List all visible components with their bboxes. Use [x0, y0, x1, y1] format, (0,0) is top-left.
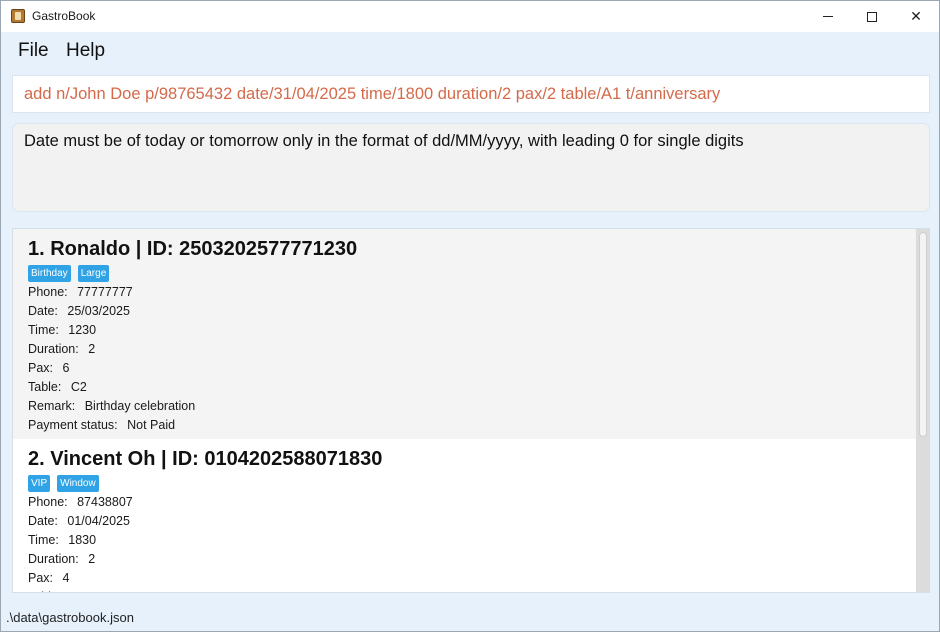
- reservation-field: Remark: Birthday celebration: [28, 397, 901, 416]
- reservation-field: Duration: 2: [28, 550, 901, 569]
- reservation-title: 1. Ronaldo | ID: 2503202577771230: [28, 238, 358, 260]
- close-button[interactable]: ✕: [893, 1, 939, 32]
- field-value: 87438807: [77, 495, 133, 509]
- field-value: 1230: [68, 323, 97, 337]
- field-label: Phone:: [28, 285, 68, 299]
- reservation-list[interactable]: 1. Ronaldo | ID: 2503202577771230 Birthda…: [12, 228, 930, 593]
- reservation-card[interactable]: 1. Ronaldo | ID: 2503202577771230 Birthda…: [13, 229, 916, 439]
- window-title: GastroBook: [32, 9, 96, 23]
- field-label: Time:: [28, 323, 59, 337]
- reservation-card[interactable]: 2. Vincent Oh | ID: 0104202588071830 VIP W…: [13, 439, 916, 592]
- field-label: Phone:: [28, 495, 68, 509]
- close-icon: ✕: [910, 8, 922, 25]
- reservation-field: Date: 01/04/2025: [28, 512, 901, 531]
- list-scrollbar[interactable]: [916, 229, 929, 592]
- address-book-icon: [11, 9, 25, 23]
- reservation-field: Table: A1: [28, 588, 901, 592]
- reservation-field: Date: 25/03/2025: [28, 302, 901, 321]
- field-value: 1830: [68, 533, 97, 547]
- field-label: Duration:: [28, 342, 79, 356]
- field-label: Remark:: [28, 399, 76, 413]
- field-value: 01/04/2025: [67, 514, 130, 528]
- field-label: Duration:: [28, 552, 79, 566]
- field-value: 6: [62, 361, 70, 375]
- reservation-list-content: 1. Ronaldo | ID: 2503202577771230 Birthda…: [13, 229, 916, 592]
- reservation-field: Phone: 87438807: [28, 493, 901, 512]
- maximize-button[interactable]: [849, 1, 895, 32]
- reservation-title: 2. Vincent Oh | ID: 0104202588071830: [28, 448, 383, 470]
- data-file-path: .\data\gastrobook.json: [6, 610, 134, 625]
- menu-help[interactable]: Help: [66, 40, 105, 62]
- scrollbar-thumb[interactable]: [919, 232, 927, 437]
- field-value: Birthday celebration: [84, 399, 196, 413]
- result-display: Date must be of today or tomorrow only i…: [12, 123, 930, 212]
- field-label: Pax:: [28, 571, 54, 585]
- status-bar: .\data\gastrobook.json: [1, 601, 939, 631]
- command-input[interactable]: add n/John Doe p/98765432 date/31/04/202…: [12, 75, 930, 113]
- tag-list: Birthday Large: [28, 265, 901, 282]
- field-value: 2: [88, 552, 96, 566]
- reservation-field: Time: 1230: [28, 321, 901, 340]
- reservation-field: Phone: 77777777: [28, 283, 901, 302]
- field-value: 2: [88, 342, 96, 356]
- reservation-fields: Phone: 87438807 Date: 01/04/2025 Time: 183…: [28, 493, 901, 592]
- tag-badge: Birthday: [28, 265, 71, 282]
- tag-badge: VIP: [28, 475, 51, 492]
- reservation-fields: Phone: 77777777 Date: 25/03/2025 Time: 123…: [28, 283, 901, 435]
- field-value: 4: [62, 571, 70, 585]
- field-value: Not Paid: [127, 418, 176, 432]
- field-value: 25/03/2025: [67, 304, 130, 318]
- tag-badge: Window: [57, 475, 99, 492]
- menu-file[interactable]: File: [18, 40, 49, 62]
- tag-badge: Large: [77, 265, 110, 282]
- maximize-icon: [867, 11, 877, 22]
- reservation-field: Table: C2: [28, 378, 901, 397]
- field-label: Date:: [28, 514, 58, 528]
- field-label: Time:: [28, 533, 59, 547]
- reservation-field: Pax: 4: [28, 569, 901, 588]
- tag-list: VIP Window: [28, 475, 901, 492]
- field-value: 77777777: [77, 285, 133, 299]
- reservation-field: Time: 1830: [28, 531, 901, 550]
- title-bar: GastroBook ✕: [1, 1, 939, 32]
- field-value: C2: [70, 380, 87, 394]
- field-label: Table:: [28, 590, 61, 592]
- minimize-icon: [823, 16, 833, 17]
- menu-bar: File Help: [1, 32, 939, 70]
- app-window: GastroBook ✕ File Help add n/John Doe p/…: [0, 0, 940, 632]
- field-label: Date:: [28, 304, 58, 318]
- reservation-field: Payment status: Not Paid: [28, 416, 901, 435]
- field-label: Payment status:: [28, 418, 118, 432]
- minimize-button[interactable]: [805, 1, 851, 32]
- field-label: Pax:: [28, 361, 54, 375]
- field-value: A1: [70, 590, 85, 592]
- reservation-field: Duration: 2: [28, 340, 901, 359]
- field-label: Table:: [28, 380, 62, 394]
- reservation-field: Pax: 6: [28, 359, 901, 378]
